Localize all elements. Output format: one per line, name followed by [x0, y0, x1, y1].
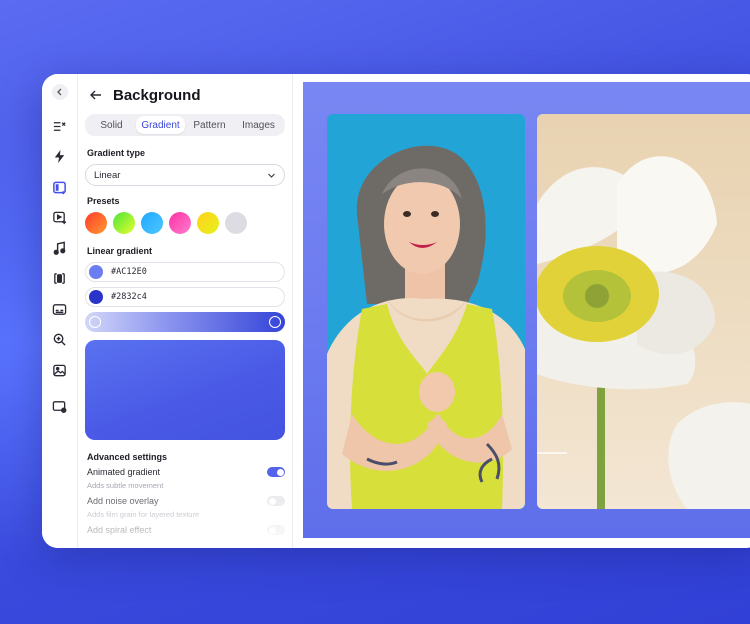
color-swatch-2[interactable] — [89, 290, 103, 304]
option-desc: Adds film grain for layered texture — [87, 510, 200, 519]
advanced-settings-label: Advanced settings — [87, 452, 168, 462]
panel-header: Background — [85, 84, 285, 106]
image-icon[interactable] — [46, 356, 74, 384]
background-type-tabs: Solid Gradient Pattern Images — [85, 114, 285, 136]
gradient-slider[interactable] — [85, 312, 285, 332]
video-add-icon[interactable] — [46, 204, 74, 232]
music-icon[interactable] — [46, 234, 74, 262]
timeline-scrubber[interactable] — [537, 452, 567, 454]
tab-gradient[interactable]: Gradient — [136, 116, 185, 134]
preset-swatches — [85, 212, 285, 234]
chevron-left-icon — [56, 88, 61, 96]
gradient-type-select[interactable]: Linear — [85, 164, 285, 186]
gradient-handle-start[interactable] — [89, 316, 101, 328]
screen-record-icon[interactable] — [46, 393, 74, 421]
background-panel: Background Solid Gradient Pattern Images… — [78, 74, 293, 548]
arrow-left-icon[interactable] — [89, 88, 103, 102]
canvas-area — [293, 74, 750, 548]
chevron-down-icon — [268, 173, 275, 178]
layout-icon[interactable] — [46, 173, 74, 201]
preview-stage[interactable] — [303, 82, 750, 538]
crop-icon[interactable] — [46, 265, 74, 293]
option-name: Add noise overlay — [87, 496, 159, 506]
color-hex-1[interactable]: #AC12E0 — [111, 267, 147, 277]
preset-swatch[interactable] — [85, 212, 107, 234]
preset-swatch[interactable] — [141, 212, 163, 234]
person-video-thumbnail — [327, 114, 525, 509]
color-hex-2[interactable]: #2832c4 — [111, 292, 147, 302]
animated-gradient-toggle[interactable] — [267, 467, 285, 477]
page-title: Background — [113, 86, 201, 104]
gradient-type-label: Gradient type — [87, 148, 146, 158]
color-stop-1[interactable]: #AC12E0 — [85, 262, 285, 282]
linear-gradient-label: Linear gradient — [87, 246, 153, 256]
spiral-effect-toggle[interactable] — [267, 525, 285, 535]
video-clip-person[interactable] — [327, 114, 525, 509]
preset-swatch[interactable] — [113, 212, 135, 234]
zoom-icon[interactable] — [46, 326, 74, 354]
flower-video-thumbnail — [537, 114, 750, 509]
color-stop-2[interactable]: #2832c4 — [85, 287, 285, 307]
tool-rail — [42, 74, 78, 548]
menu-close-icon[interactable] — [46, 112, 74, 140]
subtitles-icon[interactable] — [46, 295, 74, 323]
preset-swatch[interactable] — [197, 212, 219, 234]
presets-label: Presets — [87, 196, 120, 206]
option-name: Add spiral effect — [87, 525, 152, 535]
option-desc: Adds subtle movement — [87, 481, 164, 490]
noise-overlay-toggle[interactable] — [267, 496, 285, 506]
tab-images[interactable]: Images — [234, 116, 283, 134]
preset-swatch[interactable] — [225, 212, 247, 234]
collapse-button[interactable] — [51, 84, 68, 100]
gradient-handle-end[interactable] — [269, 316, 281, 328]
editor-window: Background Solid Gradient Pattern Images… — [42, 74, 750, 548]
option-noise-overlay: Add noise overlay Adds film grain for la… — [87, 496, 285, 519]
option-spiral-effect: Add spiral effect — [87, 525, 285, 535]
preset-swatch[interactable] — [169, 212, 191, 234]
bolt-icon[interactable] — [46, 143, 74, 171]
gradient-preview — [85, 340, 285, 440]
gradient-type-value: Linear — [94, 169, 121, 181]
tab-pattern[interactable]: Pattern — [185, 116, 234, 134]
color-swatch-1[interactable] — [89, 265, 103, 279]
video-clip-flower[interactable] — [537, 114, 750, 509]
tab-solid[interactable]: Solid — [87, 116, 136, 134]
option-name: Animated gradient — [87, 467, 161, 477]
option-animated-gradient: Animated gradient Adds subtle movement — [87, 467, 285, 490]
